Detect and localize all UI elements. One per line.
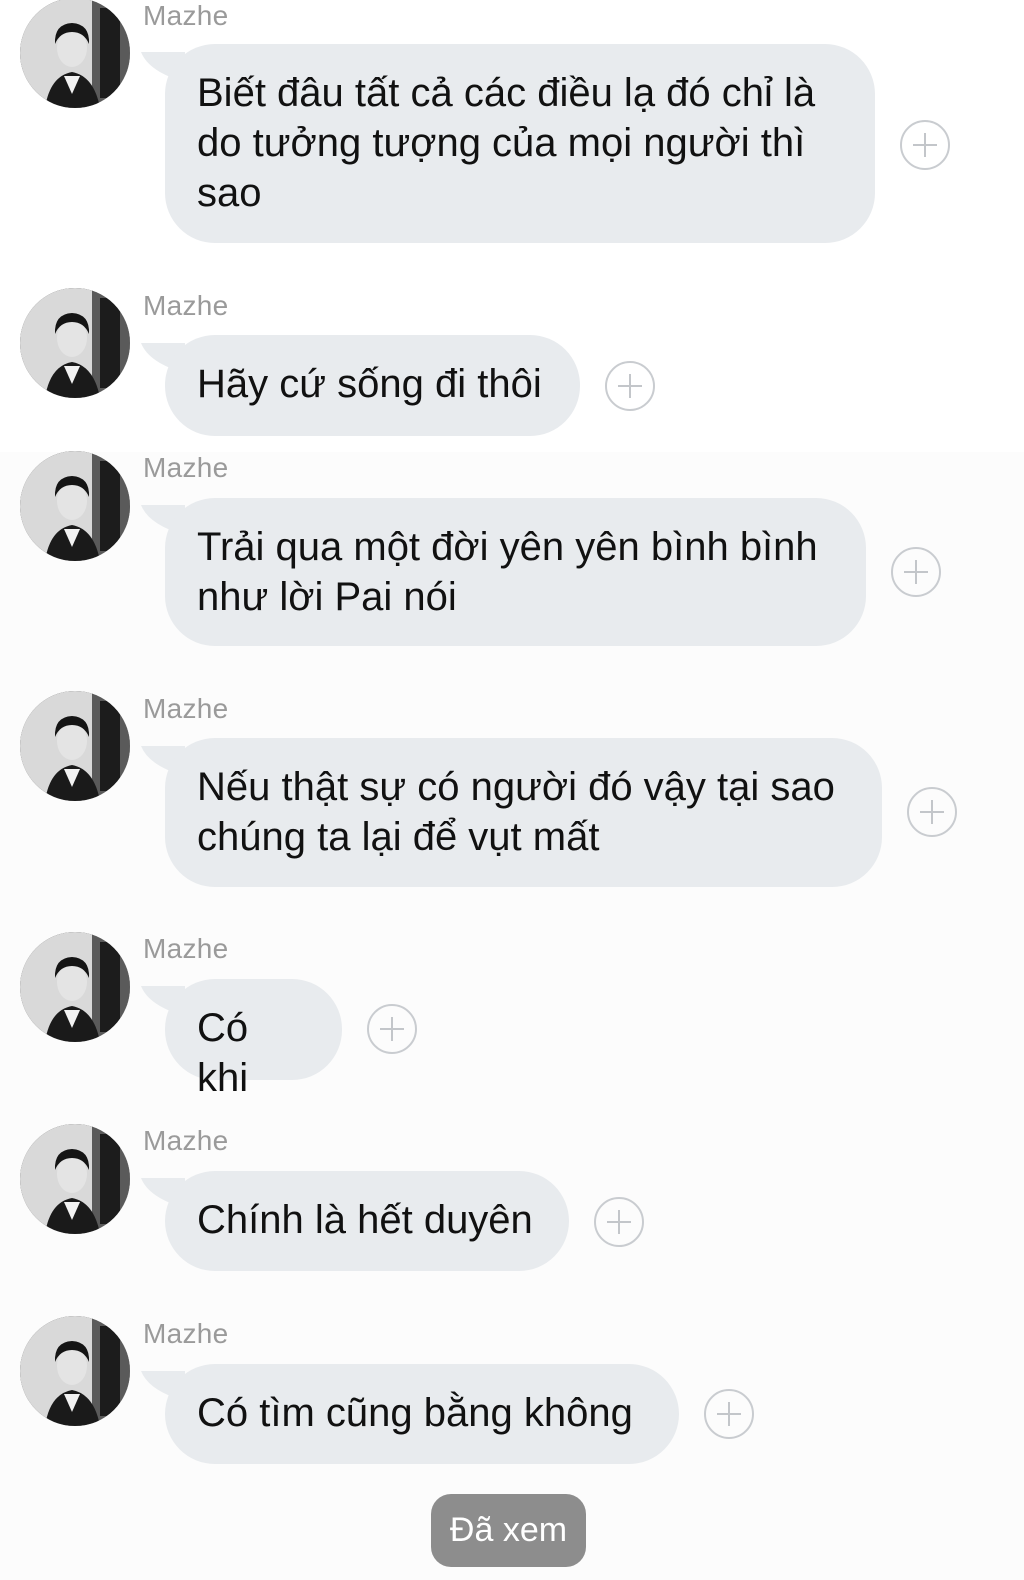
user-avatar-icon xyxy=(20,932,130,1042)
add-reaction-button[interactable] xyxy=(594,1197,644,1247)
sender-name: Mazhe xyxy=(143,452,229,483)
message-bubble[interactable]: Có tìm cũng bằng không xyxy=(165,1364,679,1464)
user-avatar-icon xyxy=(20,0,130,108)
seen-status-badge: Đã xem xyxy=(431,1494,586,1567)
add-reaction-button[interactable] xyxy=(704,1389,754,1439)
user-avatar-icon xyxy=(20,288,130,398)
message-bubble[interactable]: Nếu thật sự có người đó vậy tại sao chún… xyxy=(165,738,882,887)
sender-name: Mazhe xyxy=(143,693,229,724)
message-bubble[interactable]: Trải qua một đời yên yên bình bình như l… xyxy=(165,498,866,646)
user-avatar-icon xyxy=(20,691,130,801)
add-reaction-button[interactable] xyxy=(605,361,655,411)
sender-name: Mazhe xyxy=(143,933,229,964)
avatar[interactable] xyxy=(20,1316,130,1426)
avatar[interactable] xyxy=(20,288,130,398)
avatar[interactable] xyxy=(20,932,130,1042)
user-avatar-icon xyxy=(20,1316,130,1426)
add-reaction-button[interactable] xyxy=(907,787,957,837)
avatar[interactable] xyxy=(20,451,130,561)
message-bubble[interactable]: Có khi xyxy=(165,979,342,1100)
avatar[interactable] xyxy=(20,691,130,801)
add-reaction-button[interactable] xyxy=(900,120,950,170)
message-bubble[interactable]: Biết đâu tất cả các điều lạ đó chỉ là do… xyxy=(165,44,875,243)
add-reaction-button[interactable] xyxy=(367,1004,417,1054)
sender-name: Mazhe xyxy=(143,1318,229,1349)
user-avatar-icon xyxy=(20,451,130,561)
avatar[interactable] xyxy=(20,0,130,108)
message-bubble[interactable]: Hãy cứ sống đi thôi xyxy=(165,335,580,436)
sender-name: Mazhe xyxy=(143,0,229,31)
message-bubble[interactable]: Chính là hết duyên xyxy=(165,1171,569,1271)
user-avatar-icon xyxy=(20,1124,130,1234)
sender-name: Mazhe xyxy=(143,1125,229,1156)
sender-name: Mazhe xyxy=(143,290,229,321)
add-reaction-button[interactable] xyxy=(891,547,941,597)
avatar[interactable] xyxy=(20,1124,130,1234)
